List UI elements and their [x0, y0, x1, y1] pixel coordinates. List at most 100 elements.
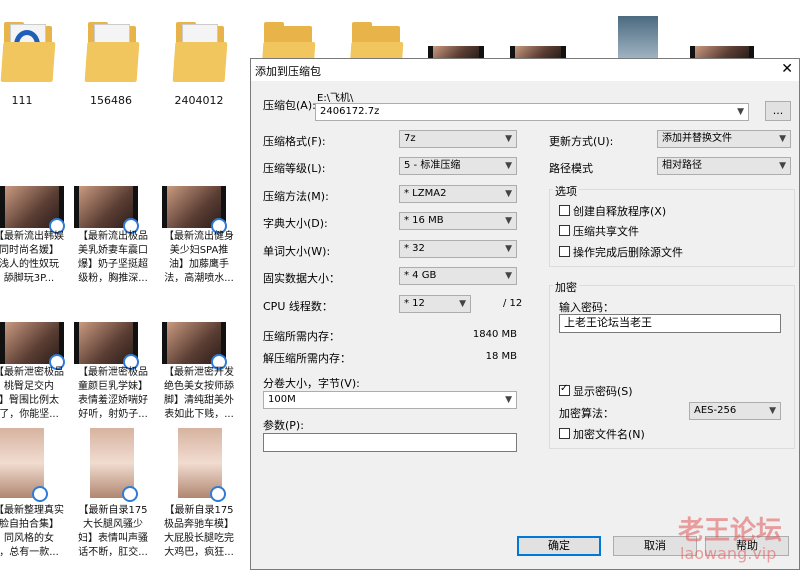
solid-value: * 4 GB — [404, 270, 437, 281]
level-value: 5 - 标准压缩 — [404, 160, 461, 171]
sync-icon — [32, 486, 48, 502]
show-password-checkbox[interactable] — [559, 383, 570, 396]
dict-label: 字典大小(D): — [263, 217, 328, 230]
method-label: 压缩方法(M): — [263, 190, 329, 203]
archive-path-prefix: E:\飞机\ — [317, 93, 354, 104]
pathmode-select[interactable]: 相对路径 ▼ — [657, 157, 791, 175]
format-value: 7z — [404, 133, 416, 144]
folder-icon[interactable] — [84, 20, 140, 82]
params-input[interactable] — [263, 433, 517, 452]
options-title: 选项 — [553, 183, 579, 199]
video-thumbnail[interactable] — [428, 46, 484, 58]
mem-comp-value: 1840 MB — [472, 329, 517, 340]
show-password-label[interactable]: 显示密码(S) — [573, 383, 633, 399]
update-value: 添加并替换文件 — [662, 133, 732, 144]
dialog-title: 添加到压缩包 — [255, 65, 321, 78]
file-label: 【最新自录175 极品奔驰车模】 大屁股长腿吃完 大鸡巴，疯狂... — [164, 505, 234, 558]
word-value: * 32 — [404, 243, 425, 254]
file-label: 【最新泄密开发 绝色美女按师舔 脚】清纯甜美外 表如此下贱，... — [164, 367, 234, 420]
chevron-down-icon: ▼ — [505, 395, 512, 405]
folder-icon[interactable] — [0, 20, 56, 82]
browse-button[interactable]: ... — [765, 101, 791, 121]
mem-comp-label: 压缩所需内存： — [263, 330, 340, 343]
file-label: 【最新自录175 大长腿风骚少 妇】表情叫声骚 话不断，肛交... — [78, 505, 148, 558]
file-label: 【最新流出健身 美少妇SPA推 油】加藤鹰手 法，高潮喷水... — [164, 231, 234, 284]
video-thumbnail[interactable] — [162, 186, 227, 234]
enc-names-checkbox[interactable] — [559, 428, 570, 439]
delete-checkbox[interactable] — [559, 246, 570, 257]
encryption-title: 加密 — [553, 279, 579, 295]
chevron-down-icon: ▼ — [779, 134, 786, 144]
format-label: 压缩格式(F): — [263, 135, 326, 148]
update-label: 更新方式(U): — [549, 135, 614, 148]
folder-icon[interactable] — [172, 20, 228, 82]
archive-label: 压缩包(A): — [263, 99, 316, 112]
folder-label: 111 — [11, 94, 33, 107]
file-label: 【最新整理真实 脸自拍合集】 同风格的女 ，总有一款... — [0, 505, 64, 558]
split-select[interactable]: 100M ▼ — [263, 391, 517, 409]
video-thumbnail[interactable] — [162, 322, 227, 370]
threads-select[interactable]: * 12 ▼ — [399, 295, 471, 313]
video-thumbnail[interactable] — [74, 322, 139, 370]
password-input[interactable]: 上老王论坛当老王 — [559, 314, 781, 333]
chevron-down-icon: ▼ — [779, 161, 786, 171]
threads-max: / 12 — [503, 298, 523, 309]
dict-select[interactable]: * 16 MB ▼ — [399, 212, 517, 230]
chevron-down-icon: ▼ — [505, 134, 512, 144]
params-label: 参数(P): — [263, 419, 304, 432]
folder-label: 2404012 — [174, 94, 224, 107]
enc-method-value: AES-256 — [694, 405, 737, 416]
ok-button[interactable]: 确定 — [517, 536, 601, 556]
method-value: * LZMA2 — [404, 188, 447, 199]
video-thumbnail[interactable] — [74, 186, 139, 234]
dict-value: * 16 MB — [404, 215, 444, 226]
watermark-logo: 老王论坛 — [678, 516, 783, 546]
mem-decomp-label: 解压缩所需内存： — [263, 352, 351, 365]
image-thumbnail[interactable] — [618, 16, 658, 58]
enc-method-label: 加密算法： — [559, 407, 614, 420]
video-thumbnail[interactable] — [0, 186, 65, 234]
word-select[interactable]: * 32 ▼ — [399, 240, 517, 258]
watermark-url: laowang.vip — [680, 544, 777, 563]
split-value: 100M — [268, 394, 296, 405]
sfx-label[interactable]: 创建自释放程序(X) — [573, 203, 666, 219]
image-thumbnail[interactable] — [178, 428, 226, 502]
format-select[interactable]: 7z ▼ — [399, 130, 517, 148]
image-thumbnail[interactable] — [0, 428, 48, 502]
sync-icon — [210, 486, 226, 502]
chevron-down-icon: ▼ — [459, 299, 466, 309]
threads-label: CPU 线程数： — [263, 300, 333, 313]
sfx-checkbox[interactable] — [559, 205, 570, 216]
password-label: 输入密码： — [559, 301, 614, 314]
video-thumbnail[interactable] — [510, 46, 566, 58]
shared-checkbox[interactable] — [559, 225, 570, 236]
chevron-down-icon: ▼ — [505, 244, 512, 254]
file-label: 【最新泄密极品 桃臀足交内 】臀围比例太 了，你能坚... — [0, 367, 64, 420]
image-thumbnail[interactable] — [90, 428, 138, 502]
delete-label[interactable]: 操作完成后删除源文件 — [573, 244, 683, 260]
file-label: 【最新流出极品 美乳娇妻车震口 爆】奶子坚挺超 级粉，胸推深... — [78, 231, 148, 284]
chevron-down-icon: ▼ — [737, 107, 744, 117]
chevron-down-icon: ▼ — [769, 406, 776, 416]
archive-name-combo[interactable]: 2406172.7z ▼ — [315, 103, 749, 121]
archive-name-value: 2406172.7z — [320, 106, 380, 117]
pathmode-value: 相对路径 — [662, 160, 702, 171]
split-label: 分卷大小，字节(V): — [263, 377, 360, 390]
video-thumbnail[interactable] — [690, 46, 754, 58]
enc-method-select[interactable]: AES-256 ▼ — [689, 402, 781, 420]
method-select[interactable]: * LZMA2 ▼ — [399, 185, 517, 203]
chevron-down-icon: ▼ — [505, 216, 512, 226]
video-thumbnail[interactable] — [0, 322, 65, 370]
shared-label[interactable]: 压缩共享文件 — [573, 223, 639, 239]
sync-icon — [122, 486, 138, 502]
mem-decomp-value: 18 MB — [485, 351, 517, 362]
update-select[interactable]: 添加并替换文件 ▼ — [657, 130, 791, 148]
file-label: 【最新流出韩娱 同时尚名媛】 浅人的性奴玩 舔脚玩3P... — [0, 231, 64, 284]
file-label: 【最新泄密极品 童颜巨乳学妹】 表情羞涩娇喘好 好听，射奶子... — [78, 367, 148, 420]
level-select[interactable]: 5 - 标准压缩 ▼ — [399, 157, 517, 175]
enc-names-label[interactable]: 加密文件名(N) — [573, 426, 645, 442]
chevron-down-icon: ▼ — [505, 271, 512, 281]
title-bar: 添加到压缩包 ✕ — [251, 59, 799, 81]
solid-select[interactable]: * 4 GB ▼ — [399, 267, 517, 285]
close-icon[interactable]: ✕ — [781, 61, 793, 77]
